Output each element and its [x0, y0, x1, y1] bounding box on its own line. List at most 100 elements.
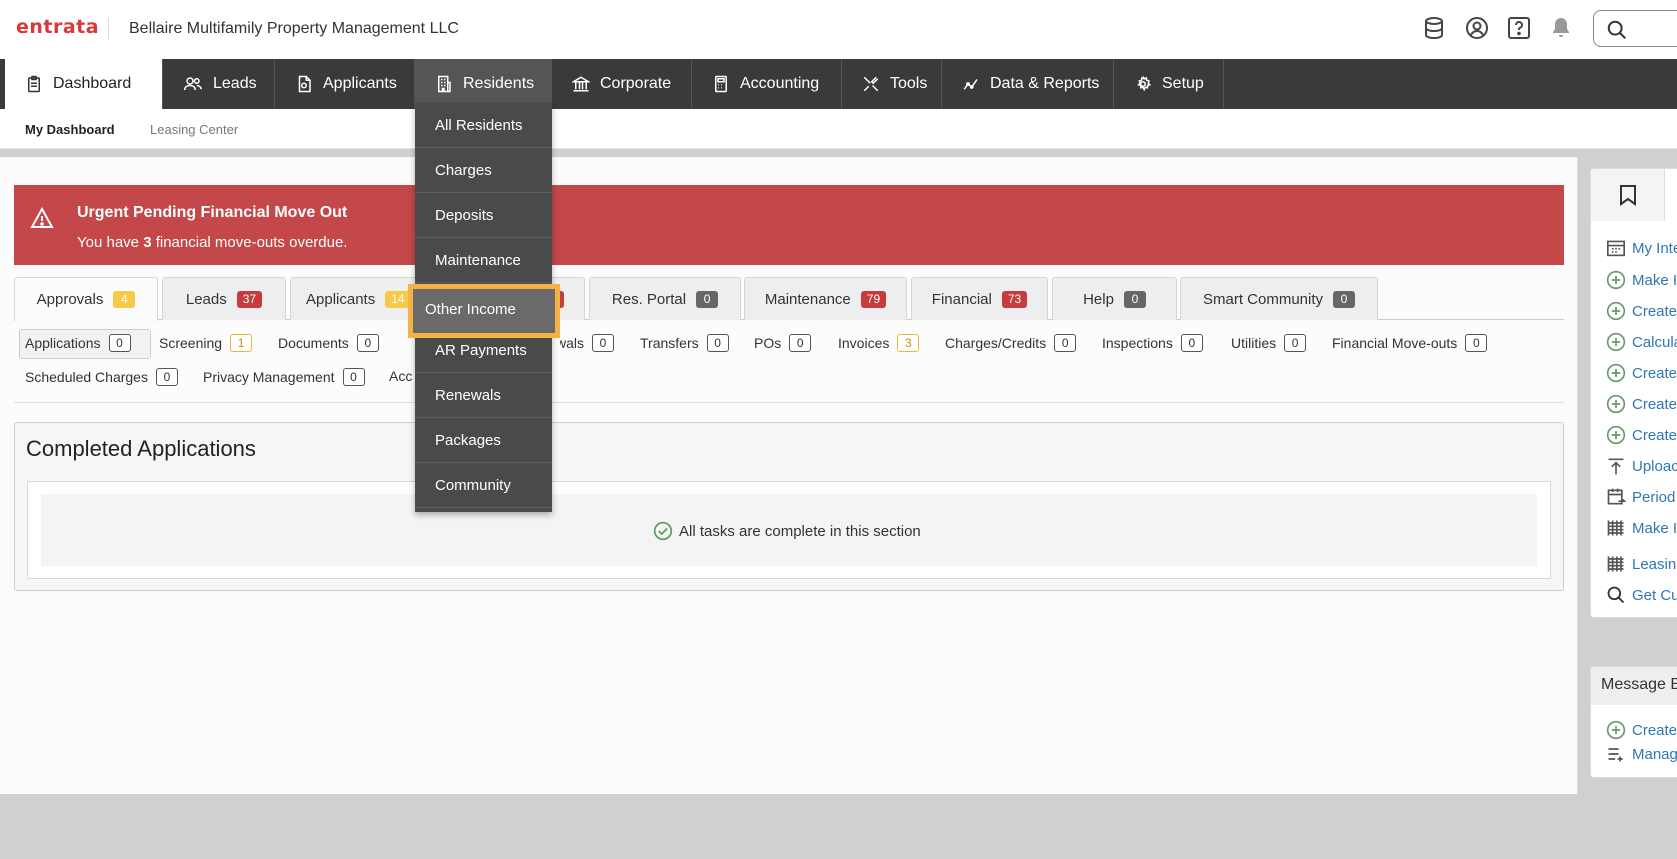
- subtab-inspections[interactable]: Inspections 0: [1102, 334, 1203, 352]
- top-header: entrata Bellaire Multifamily Property Ma…: [0, 0, 1677, 59]
- right-link-10-label: Leasin: [1632, 555, 1677, 573]
- right-link-6-label: Create: [1632, 426, 1677, 444]
- menu-item-renewals[interactable]: Renewals: [415, 373, 552, 418]
- nav-accounting-label: Accounting: [740, 75, 820, 92]
- menu-item-maintenance[interactable]: Maintenance: [415, 238, 552, 283]
- logo-divider: [108, 18, 109, 40]
- menu-item-all-residents[interactable]: All Residents: [415, 103, 552, 148]
- message-link-0[interactable]: Create: [1606, 720, 1677, 740]
- search-input[interactable]: [1593, 10, 1677, 47]
- alert-title: Urgent Pending Financial Move Out: [77, 204, 348, 221]
- menu-item-community[interactable]: Community: [415, 463, 552, 508]
- subtab-charges-credits[interactable]: Charges/Credits 0: [945, 334, 1077, 352]
- nav-corporate[interactable]: Corporate: [552, 59, 692, 109]
- subtab-scheduled-charges-label: Scheduled Charges: [25, 369, 148, 385]
- subtab-privacy-management[interactable]: Privacy Management 0: [203, 368, 365, 386]
- plus-circle-icon: [1606, 332, 1626, 352]
- tab-maintenance[interactable]: Maintenance 79: [744, 277, 907, 320]
- subtab-invoices-label: Invoices: [838, 335, 890, 351]
- subtab-invoices-count: 3: [897, 334, 920, 352]
- nav-corporate-label: Corporate: [600, 75, 672, 92]
- subtab-transfers-count: 0: [706, 334, 729, 352]
- tab-leads[interactable]: Leads 37: [162, 277, 286, 320]
- right-link-8[interactable]: Period: [1606, 487, 1675, 507]
- search-icon: [1607, 20, 1626, 39]
- calendar-grid-icon: [1607, 240, 1625, 257]
- tab-help[interactable]: Help 0: [1052, 277, 1177, 320]
- right-link-0[interactable]: My Inte: [1606, 239, 1677, 257]
- user-circle-icon[interactable]: [1465, 16, 1489, 40]
- bookmark-tab[interactable]: [1591, 169, 1665, 221]
- subtab-financial-move-outs-label: Financial Move-outs: [1332, 335, 1458, 351]
- message-board-header: Message B: [1591, 667, 1677, 705]
- alert-count: 3: [143, 234, 152, 251]
- nav-data-reports[interactable]: Data & Reports: [942, 59, 1114, 109]
- tab-leads-label: Leads: [185, 290, 227, 308]
- subtab-utilities[interactable]: Utilities 0: [1231, 334, 1307, 352]
- subtab-invoices[interactable]: Invoices 3: [838, 334, 920, 352]
- right-link-5-label: Create: [1632, 395, 1677, 413]
- subtab-pos[interactable]: POs 0: [754, 334, 812, 352]
- right-link-0-label: My Inte: [1632, 239, 1677, 257]
- right-link-7[interactable]: Uploac: [1606, 456, 1677, 476]
- subtab-transfers[interactable]: Transfers 0: [640, 334, 729, 352]
- help-icon[interactable]: [1507, 16, 1531, 40]
- right-link-11[interactable]: Get Cu: [1606, 585, 1677, 605]
- nav-residents-label: Residents: [463, 75, 535, 92]
- subtab-documents-label: Documents: [278, 335, 349, 351]
- database-icon[interactable]: [1422, 16, 1446, 40]
- menu-item-deposits[interactable]: Deposits: [415, 193, 552, 238]
- calculator-icon: [715, 75, 727, 93]
- tab-approvals[interactable]: Approvals 4: [14, 277, 158, 321]
- nav-tools[interactable]: Tools: [842, 59, 942, 109]
- right-link-1[interactable]: Make I: [1606, 270, 1677, 290]
- right-link-4[interactable]: Create: [1606, 363, 1677, 383]
- menu-item-other-income[interactable]: Other Income: [408, 284, 560, 338]
- plus-circle-icon: [1606, 363, 1626, 383]
- right-link-9-label: Make I: [1632, 519, 1677, 537]
- right-link-1-label: Make I: [1632, 271, 1677, 289]
- tab-financial[interactable]: Financial 73: [911, 277, 1048, 320]
- message-link-1[interactable]: Manag: [1606, 744, 1677, 764]
- subtab-acc[interactable]: Acc: [389, 368, 412, 384]
- urgent-alert-banner[interactable]: Urgent Pending Financial Move Out You ha…: [14, 185, 1564, 265]
- clipboard-icon: [28, 75, 40, 93]
- tab-res-portal[interactable]: Res. Portal 0: [589, 277, 741, 320]
- subtab-charges-credits-label: Charges/Credits: [945, 335, 1047, 351]
- company-name[interactable]: Bellaire Multifamily Property Management…: [129, 20, 459, 38]
- subtab-documents[interactable]: Documents 0: [278, 334, 379, 352]
- nav-dashboard[interactable]: Dashboard: [5, 59, 163, 109]
- subtab-acc-label: Acc: [389, 368, 413, 384]
- right-link-5[interactable]: Create: [1606, 394, 1677, 414]
- menu-item-packages[interactable]: Packages: [415, 418, 552, 463]
- subtab-screening[interactable]: Screening 1: [159, 334, 253, 352]
- nav-setup[interactable]: Setup: [1114, 59, 1224, 109]
- right-link-9[interactable]: Make I: [1606, 518, 1677, 538]
- subtab-financial-move-outs[interactable]: Financial Move-outs 0: [1332, 334, 1488, 352]
- subtab-scheduled-charges-count: 0: [155, 368, 178, 386]
- bell-icon[interactable]: [1549, 16, 1573, 40]
- nav-leads[interactable]: Leads: [163, 59, 275, 109]
- tab-smart-community[interactable]: Smart Community 0: [1180, 277, 1378, 320]
- nav-accounting[interactable]: Accounting: [692, 59, 842, 109]
- right-link-11-label: Get Cu: [1632, 586, 1677, 604]
- subtab-applications[interactable]: Applications 0: [25, 334, 131, 352]
- tab-smart-community-label: Smart Community: [1202, 290, 1324, 308]
- subtab-renewals[interactable]: Renewals 0: [560, 334, 614, 352]
- right-link-10[interactable]: Leasin: [1606, 554, 1676, 574]
- menu-item-charges[interactable]: Charges: [415, 148, 552, 193]
- right-link-2[interactable]: Create: [1606, 301, 1677, 321]
- right-link-4-label: Create: [1632, 364, 1677, 382]
- nav-residents[interactable]: Residents: [415, 59, 552, 109]
- nav-leads-label: Leads: [213, 75, 257, 92]
- entrata-logo[interactable]: entrata: [16, 16, 99, 38]
- subtab-applications-label: Applications: [25, 335, 101, 351]
- right-link-3[interactable]: Calcula: [1606, 332, 1677, 352]
- subnav-my-dashboard[interactable]: My Dashboard: [25, 122, 115, 137]
- nav-dashboard-label: Dashboard: [53, 75, 132, 92]
- subnav-leasing-center[interactable]: Leasing Center: [150, 122, 238, 137]
- subtab-scheduled-charges[interactable]: Scheduled Charges 0: [25, 368, 178, 386]
- right-link-6[interactable]: Create: [1606, 425, 1677, 445]
- plus-circle-icon: [1606, 301, 1626, 321]
- nav-applicants[interactable]: Applicants: [275, 59, 415, 109]
